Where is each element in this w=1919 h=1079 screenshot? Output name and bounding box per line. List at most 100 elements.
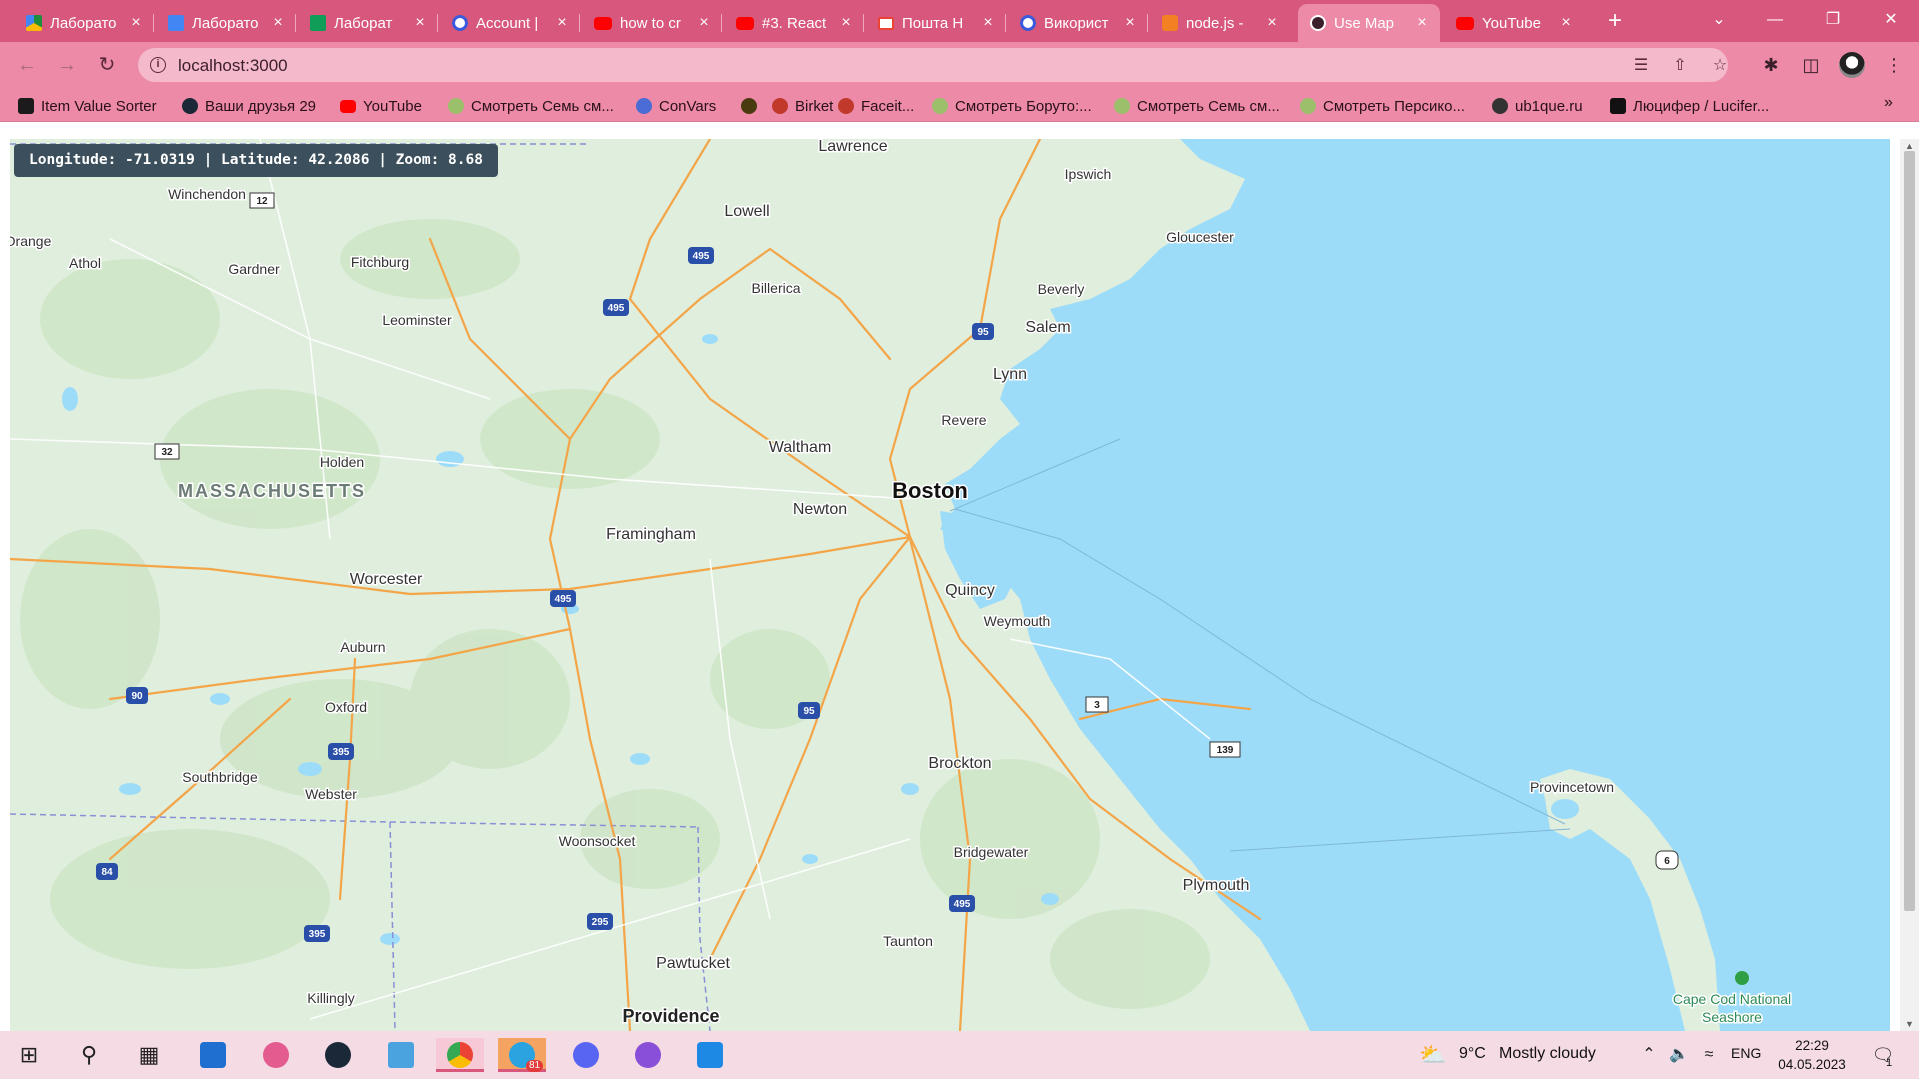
share-icon[interactable]: ⇧ [1670,56,1690,76]
bookmark-seven-1[interactable]: Смотреть Семь см... [448,96,614,116]
tab-8[interactable]: Використ × [1008,4,1148,42]
weather-cloud-sun-icon[interactable]: ⛅ [1416,1038,1450,1072]
tab-10-active[interactable]: Use Map × [1298,4,1440,42]
google-docs-icon [168,15,184,31]
url-text[interactable]: localhost:3000 [178,56,288,76]
menu-kebab-icon[interactable]: ⋮ [1883,54,1905,76]
github-desktop-icon[interactable] [631,1038,665,1072]
reload-button[interactable]: ↻ [92,50,122,80]
close-icon[interactable]: × [410,14,430,32]
bookmark-label: Смотреть Семь см... [1137,97,1280,115]
restore-button[interactable]: ❐ [1810,0,1856,40]
close-icon[interactable]: × [1556,14,1576,32]
tab-9[interactable]: node.js - × [1150,4,1290,42]
back-button[interactable]: ← [12,50,42,80]
close-icon[interactable]: × [1120,14,1140,32]
volume-icon[interactable]: 🔈 [1662,1038,1696,1072]
translate-icon[interactable]: ☰ [1631,56,1651,76]
bookmark-item-value-sorter[interactable]: Item Value Sorter [18,96,157,116]
windows-taskbar: ⊞ ⚲ ▦ 81 ⛅ 9°C Mostly cloudy ⌃ 🔈 ≈ ENG 2… [0,1031,1919,1079]
close-icon[interactable]: × [552,14,572,32]
bookmark-youtube[interactable]: YouTube [340,96,422,116]
bookmarks-overflow-button[interactable]: » [1884,94,1893,112]
city-label: Salem [1025,319,1070,336]
chrome-icon[interactable] [436,1038,484,1072]
scroll-up-icon[interactable]: ▲ [1900,141,1919,151]
telegram-icon[interactable]: 81 [498,1038,546,1072]
tab-2[interactable]: Лаборато × [156,4,296,42]
map-canvas[interactable]: 12 495 495 95 32 495 90 95 3 395 139 84 … [10,139,1890,1031]
tab-4[interactable]: Account | × [440,4,580,42]
avatar[interactable] [1839,52,1865,78]
clover-icon [1114,98,1130,114]
tab-1[interactable]: Лаборато × [14,4,154,42]
bookmark-boruto[interactable]: Смотреть Боруто:... [932,96,1092,116]
steam-icon[interactable] [321,1038,355,1072]
store-icon[interactable] [196,1038,230,1072]
tab-title: Account | [476,14,539,32]
city-label: Taunton [883,933,933,949]
close-icon[interactable]: × [126,14,146,32]
bookmark-coin[interactable] [741,96,764,116]
weather-condition[interactable]: Mostly cloudy [1499,1045,1596,1063]
page-scrollbar[interactable]: ▲ ▼ [1900,139,1919,1031]
bookmark-faceit[interactable]: Faceit... [838,96,914,116]
bookmark-lucifer[interactable]: Люцифер / Lucifer... [1610,96,1769,116]
clock[interactable]: 22:29 04.05.2023 [1772,1036,1852,1074]
vscode-icon[interactable] [693,1038,727,1072]
wifi-icon[interactable]: ≈ [1692,1038,1726,1072]
close-icon[interactable]: × [1412,14,1432,32]
bookmark-star-icon[interactable]: ☆ [1710,56,1730,76]
tab-3[interactable]: Лаборат × [298,4,438,42]
bookmark-label: Люцифер / Lucifer... [1633,97,1770,115]
new-tab-button[interactable]: + [1600,6,1630,36]
park-marker-icon[interactable] [1735,971,1749,985]
minimize-button[interactable]: — [1752,0,1798,40]
tab-11[interactable]: YouTube × [1444,4,1584,42]
scroll-thumb[interactable] [1904,151,1915,911]
tray-chevron-up-icon[interactable]: ⌃ [1632,1038,1666,1072]
bookmark-birket[interactable]: Birket [772,96,833,116]
language-indicator[interactable]: ENG [1731,1045,1761,1061]
start-windows-icon[interactable]: ⊞ [12,1038,46,1072]
tab-5[interactable]: how to cr × [582,4,722,42]
forward-button[interactable]: → [52,50,82,80]
bookmark-seven-2[interactable]: Смотреть Семь см... [1114,96,1280,116]
bookmark-ub1que[interactable]: ub1que.ru [1492,96,1583,116]
tab-title: node.js - [1186,14,1244,32]
tab-title: #3. React [762,14,827,32]
task-view-icon[interactable]: ▦ [132,1038,166,1072]
file-explorer-icon[interactable] [384,1038,418,1072]
close-icon[interactable]: × [694,14,714,32]
search-icon[interactable]: ⚲ [72,1038,106,1072]
notifications-icon[interactable]: 🗨 [1866,1038,1900,1072]
discord-icon[interactable] [569,1038,603,1072]
tab-title: how to cr [620,14,681,32]
weather-temp[interactable]: 9°C [1459,1045,1486,1063]
hd-icon [1610,98,1626,114]
paint-icon[interactable] [259,1038,293,1072]
sorter-icon [18,98,34,114]
side-panel-icon[interactable]: ◫ [1800,54,1822,76]
map-svg[interactable]: 12 495 495 95 32 495 90 95 3 395 139 84 … [10,139,1890,1031]
svg-text:6: 6 [1664,856,1670,867]
tab-7[interactable]: Пошта Н × [866,4,1006,42]
close-icon[interactable]: × [268,14,288,32]
browser-toolbar: ← → ↻ i localhost:3000 ☰ ⇧ ☆ ✱ ◫ ⋮ [0,42,1919,88]
close-icon[interactable]: × [978,14,998,32]
bookmark-persiko[interactable]: Смотреть Персико... [1300,96,1465,116]
tab-6[interactable]: #3. React × [724,4,864,42]
park-label: Seashore [1702,1009,1762,1025]
tab-search-dropdown-icon[interactable]: ⌄ [1696,0,1742,40]
close-window-button[interactable]: ✕ [1868,0,1914,40]
extensions-icon[interactable]: ✱ [1760,54,1782,76]
youtube-icon [1456,16,1474,30]
close-icon[interactable]: × [836,14,856,32]
address-bar[interactable]: i localhost:3000 ☰ ⇧ ☆ [138,48,1728,82]
scroll-down-icon[interactable]: ▼ [1900,1019,1919,1029]
bookmark-convars[interactable]: ConVars [636,96,716,116]
tab-title: Пошта Н [902,14,964,32]
close-icon[interactable]: × [1262,14,1282,32]
bookmark-friends[interactable]: Ваши друзья 29 [182,96,316,116]
site-info-icon[interactable]: i [150,57,166,73]
